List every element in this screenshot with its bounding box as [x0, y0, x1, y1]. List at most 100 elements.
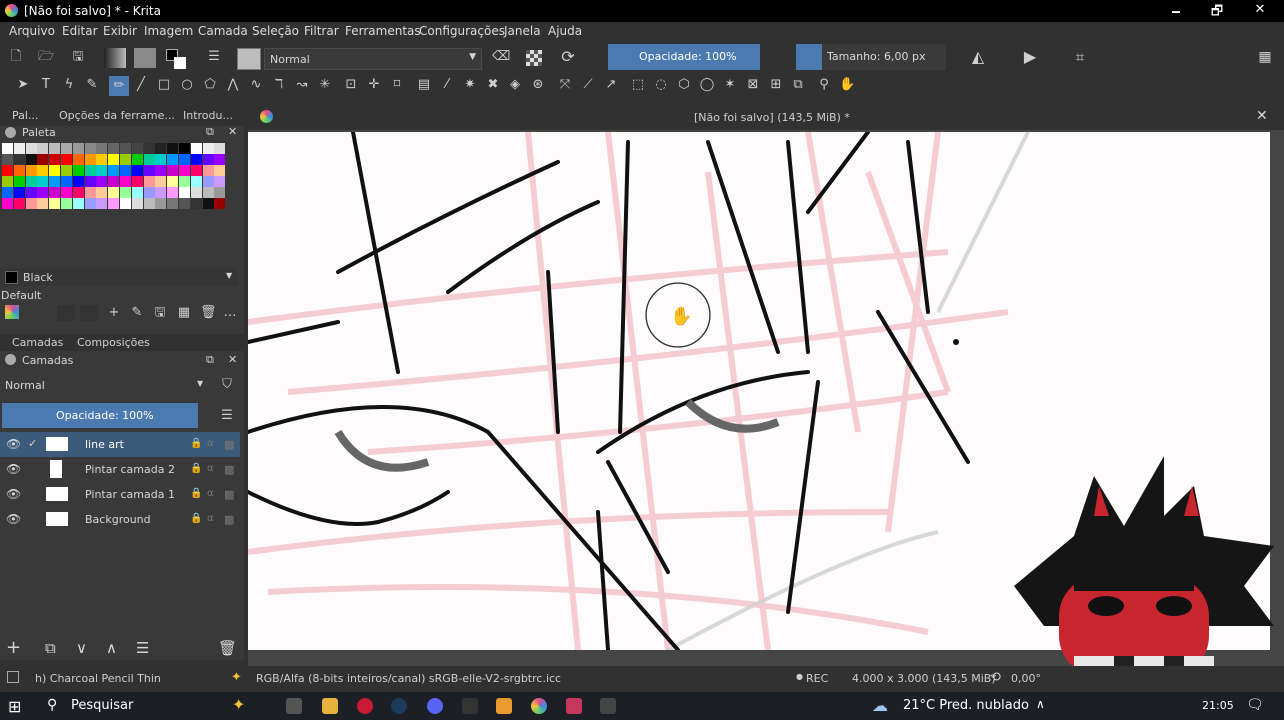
taskbar-weather[interactable]: 21°C Pred. nublado	[903, 698, 1029, 713]
palette-swatch[interactable]	[120, 187, 131, 198]
palette-swatch[interactable]	[155, 154, 167, 165]
inherit-alpha-icon[interactable]: ▩	[224, 438, 234, 451]
palette-swatch[interactable]	[96, 154, 108, 165]
palette-swatch[interactable]	[214, 154, 226, 165]
palette-swatch[interactable]	[25, 143, 37, 154]
mirror-horizontal-icon[interactable]: ◭	[970, 49, 986, 65]
palette-swatch[interactable]	[96, 176, 108, 187]
reload-icon[interactable]: ⟳	[560, 49, 576, 65]
taskbar-clock[interactable]: 21:05	[1202, 699, 1234, 712]
palette-swatch[interactable]	[49, 165, 61, 176]
palette-swatch[interactable]	[49, 154, 61, 165]
fill-tool-icon[interactable]: ◈	[507, 77, 523, 93]
alpha-lock-icon[interactable]: α	[207, 438, 214, 449]
mirror-vertical-icon[interactable]: ▶	[1022, 49, 1038, 65]
palette-swatch[interactable]	[190, 165, 202, 176]
palette-swatch[interactable]	[61, 154, 72, 165]
palette-swatch[interactable]	[96, 143, 108, 154]
palette-swatch[interactable]	[108, 165, 120, 176]
enclose-fill-icon[interactable]: ⊛	[530, 77, 546, 93]
close-docker-icon[interactable]: ✕	[228, 125, 237, 138]
palette-swatch[interactable]	[179, 143, 190, 154]
contiguous-select-icon[interactable]: ✶	[722, 77, 738, 93]
palette-swatch[interactable]	[120, 176, 131, 187]
workspace-icon[interactable]: ▦	[1257, 49, 1273, 65]
palette-swatch[interactable]	[37, 154, 49, 165]
smart-patch-icon[interactable]: ✷	[462, 77, 478, 93]
palette-swatch[interactable]	[13, 176, 25, 187]
palette-swatch[interactable]	[214, 143, 226, 154]
document-tab[interactable]: [Não foi salvo] (143,5 MiB) * ✕	[248, 104, 1284, 130]
palette-swatch[interactable]	[120, 198, 131, 209]
menu-filtrar[interactable]: Filtrar	[304, 24, 339, 38]
freehand-path-icon[interactable]: ℸ	[271, 77, 287, 93]
rect-select-icon[interactable]: ⬚	[630, 77, 646, 93]
palette-swatch[interactable]	[167, 154, 179, 165]
filter-icon[interactable]: ⛉	[219, 377, 235, 393]
tab-palette[interactable]: Pal...	[12, 109, 38, 122]
lock-icon[interactable]: 🔒	[190, 438, 202, 449]
chevron-up-icon[interactable]: ∧	[1036, 697, 1045, 711]
layer-row[interactable]: 👁 Pintar camada 1 🔒 α ▩	[0, 482, 240, 507]
palette-swatch[interactable]	[25, 187, 37, 198]
polygon-select-icon[interactable]: ⬡	[676, 77, 692, 93]
palette-swatch[interactable]	[214, 176, 226, 187]
menu-ferramentas[interactable]: Ferramentas	[345, 24, 421, 38]
similar-select-icon[interactable]: ⊠	[745, 77, 761, 93]
app-icon[interactable]	[496, 698, 512, 714]
palette-swatch[interactable]	[167, 198, 179, 209]
palette-swatch[interactable]	[190, 154, 202, 165]
rectangle-tool-icon[interactable]: □	[156, 77, 172, 93]
palette-swatch[interactable]	[131, 154, 143, 165]
palette-swatch[interactable]	[61, 198, 72, 209]
palette-swatch[interactable]	[108, 143, 120, 154]
palette-swatch[interactable]	[2, 165, 13, 176]
palette-swatch[interactable]	[49, 176, 61, 187]
palette-grid-icon[interactable]	[5, 305, 19, 319]
blend-mode-select[interactable]: Normal ▼	[264, 48, 482, 70]
pattern-swatch[interactable]	[134, 48, 156, 68]
palette-swatch[interactable]	[72, 165, 84, 176]
close-docker-icon[interactable]: ✕	[228, 353, 237, 366]
palette-swatch[interactable]	[143, 198, 155, 209]
transform-tool-icon[interactable]: ⊡	[343, 77, 359, 93]
delete-color-icon[interactable]: 🗑	[200, 305, 217, 321]
palette-swatch[interactable]	[190, 187, 202, 198]
terminal-icon[interactable]	[462, 698, 478, 714]
save-palette-icon[interactable]: 🖫	[152, 305, 168, 321]
app-icon[interactable]	[566, 698, 582, 714]
dynamic-brush-icon[interactable]: ↝	[294, 77, 310, 93]
palette-swatch[interactable]	[179, 176, 190, 187]
palette-swatch[interactable]	[202, 187, 214, 198]
pan-tool-icon[interactable]: ✋	[839, 77, 855, 93]
palette-swatch[interactable]	[96, 187, 108, 198]
menu-camada[interactable]: Camada	[198, 24, 248, 38]
menu-editar[interactable]: Editar	[62, 24, 98, 38]
palette-swatch[interactable]	[25, 154, 37, 165]
palette-swatch[interactable]	[202, 176, 214, 187]
edit-shapes-icon[interactable]: ϟ	[61, 77, 77, 93]
palette-swatch[interactable]	[61, 143, 72, 154]
menu-arquivo[interactable]: Arquivo	[9, 24, 55, 38]
palette-swatch[interactable]	[108, 187, 120, 198]
preserve-alpha-icon[interactable]	[526, 50, 542, 66]
palette-swatch[interactable]	[214, 165, 226, 176]
palette-swatch[interactable]	[202, 154, 214, 165]
tab-tool-options[interactable]: Opções da ferrame...	[59, 109, 175, 122]
palette-swatch[interactable]	[72, 143, 84, 154]
menu-janela[interactable]: Janela	[504, 24, 541, 38]
palette-swatch[interactable]	[131, 176, 143, 187]
krita-taskbar-icon[interactable]	[531, 698, 547, 714]
palette-swatch[interactable]	[84, 187, 96, 198]
palette-swatch[interactable]	[214, 187, 226, 198]
palette-swatch[interactable]	[202, 143, 214, 154]
add-color-icon[interactable]: +	[106, 305, 122, 321]
palette-swatch[interactable]	[2, 143, 13, 154]
palette-swatch[interactable]	[25, 176, 37, 187]
lock-icon[interactable]: 🔒	[190, 463, 202, 474]
visibility-eye-icon[interactable]: 👁	[6, 512, 21, 526]
size-slider[interactable]: Tamanho: 6,00 px	[822, 44, 946, 70]
app-icon[interactable]	[600, 698, 616, 714]
edit-color-icon[interactable]: ✎	[129, 305, 145, 321]
palette-swatch[interactable]	[143, 187, 155, 198]
